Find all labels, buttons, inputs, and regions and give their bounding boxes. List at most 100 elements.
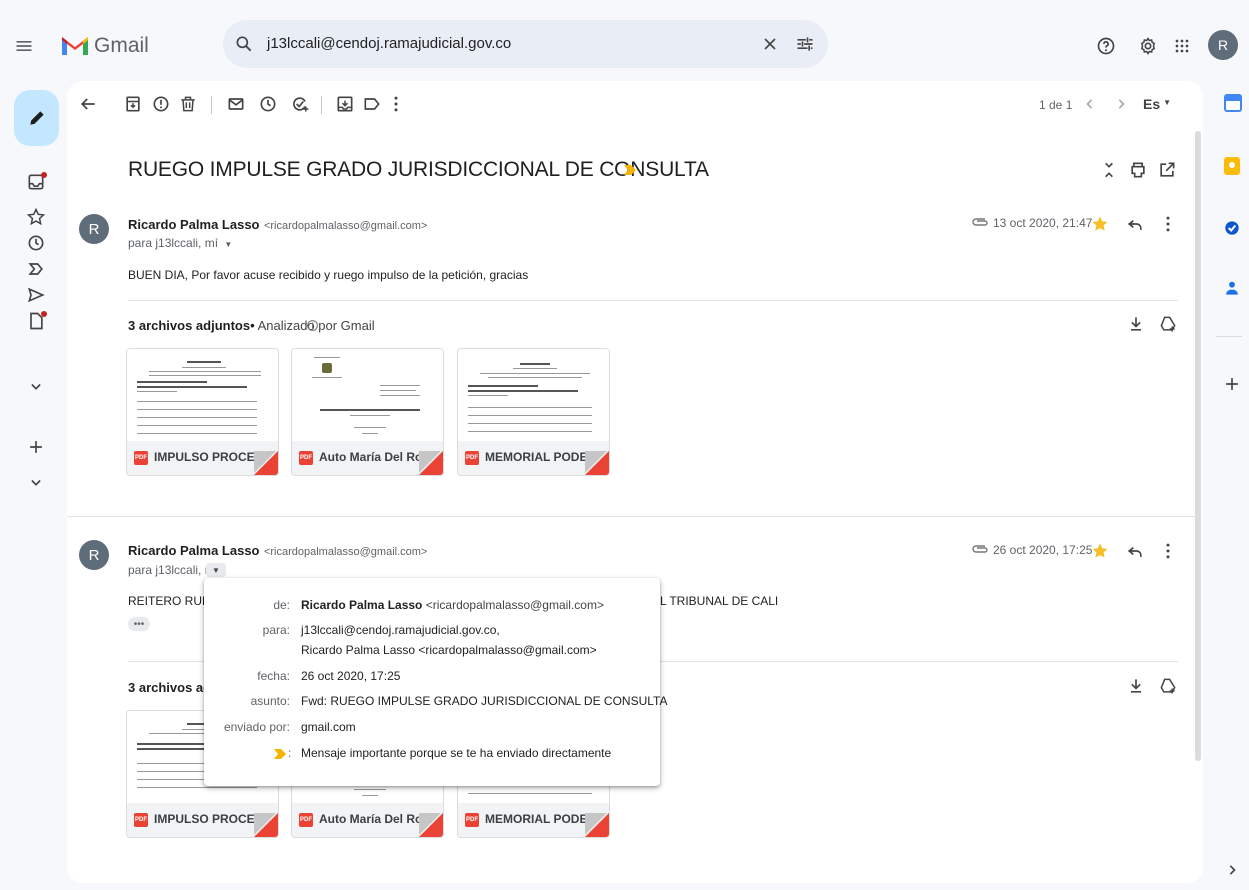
attachment-card[interactable]: PDF IMPULSO PROCE...	[126, 348, 279, 476]
from-label: de:	[273, 598, 290, 612]
recipients-line: para j13lccali, mí	[128, 563, 218, 577]
message-more-icon[interactable]	[1158, 541, 1178, 561]
download-all-icon[interactable]	[1126, 314, 1146, 334]
star-icon[interactable]	[1090, 541, 1110, 561]
important-icon[interactable]	[26, 259, 46, 279]
drafts-icon[interactable]	[26, 311, 47, 331]
to-value-2: Ricardo Palma Lasso <ricardopalmalasso@g…	[301, 643, 597, 657]
date-value: 26 oct 2020, 17:25	[301, 669, 401, 683]
keep-icon[interactable]	[1224, 157, 1240, 175]
show-trimmed-content-button[interactable]: •••	[128, 617, 150, 631]
apps-grid-icon[interactable]	[1172, 36, 1192, 56]
attachment-card[interactable]: PDF MEMORIAL PODE...	[457, 348, 610, 476]
sent-icon[interactable]	[26, 285, 46, 305]
attachments-header: 3 archivos adj	[128, 680, 215, 695]
calendar-icon[interactable]	[1224, 94, 1242, 112]
attachment-footer: PDF IMPULSO PROCE...	[127, 803, 278, 837]
main-menu-icon[interactable]	[14, 36, 34, 56]
search-icon[interactable]	[234, 34, 254, 54]
attachments-divider	[128, 300, 1178, 301]
star-icon[interactable]	[1090, 214, 1110, 234]
mark-unread-icon[interactable]	[226, 94, 246, 114]
attachment-footer: PDF IMPULSO PROCE...	[127, 441, 278, 475]
message-date: 26 oct 2020, 17:25	[993, 543, 1093, 557]
attachment-thumbnail	[127, 349, 278, 441]
delete-icon[interactable]	[178, 94, 198, 114]
recipients-line: para j13lccali, mí ▼	[128, 236, 232, 250]
app-name[interactable]: Gmail	[94, 34, 149, 58]
gmail-logo-icon[interactable]	[60, 33, 90, 57]
search-options-icon[interactable]	[795, 34, 815, 54]
more-options-icon[interactable]	[386, 94, 406, 114]
scrollbar[interactable]	[1195, 131, 1201, 761]
message-date: 13 oct 2020, 21:47	[993, 216, 1093, 230]
expand-more-icon[interactable]	[26, 377, 46, 397]
importance-value: Mensaje importante porque se te ha envia…	[301, 746, 612, 760]
sender-avatar[interactable]: R	[79, 540, 109, 570]
pdf-icon: PDF	[134, 813, 148, 827]
reply-icon[interactable]	[1125, 214, 1145, 234]
attachment-name: IMPULSO PROCE...	[154, 450, 265, 464]
info-icon[interactable]	[306, 319, 319, 332]
label-icon[interactable]	[362, 94, 382, 114]
clear-search-icon[interactable]	[760, 34, 780, 54]
newer-icon[interactable]	[1080, 94, 1100, 114]
tasks-icon[interactable]	[1222, 218, 1242, 238]
pagination-text: 1 de 1	[1039, 98, 1073, 112]
add-to-drive-icon[interactable]	[1158, 676, 1178, 696]
attachment-name: Auto María Del Ro...	[319, 812, 433, 826]
attachment-name: Auto María Del Ro...	[319, 450, 433, 464]
attachment-footer: PDF Auto María Del Ro...	[292, 803, 443, 837]
attachment-footer: PDF Auto María Del Ro...	[292, 441, 443, 475]
account-avatar[interactable]: R	[1208, 30, 1238, 60]
recipients-text: para j13lccali, mí	[128, 236, 219, 250]
archive-icon[interactable]	[123, 94, 143, 114]
settings-gear-icon[interactable]	[1138, 36, 1158, 56]
attachment-clip-icon	[972, 216, 988, 228]
to-value-1: j13lccali@cendoj.ramajudicial.gov.co,	[301, 623, 500, 637]
reply-icon[interactable]	[1125, 541, 1145, 561]
message-details-popup: de: Ricardo Palma Lasso <ricardopalmalas…	[204, 578, 668, 786]
add-to-drive-icon[interactable]	[1158, 314, 1178, 334]
important-marker-icon[interactable]	[624, 165, 636, 175]
back-icon[interactable]	[78, 94, 98, 114]
pdf-icon: PDF	[299, 451, 313, 465]
date-label: fecha:	[257, 669, 290, 683]
pencil-icon	[30, 111, 44, 125]
input-tools-button[interactable]: Es ▼	[1143, 96, 1171, 112]
show-details-icon[interactable]: ▼	[206, 563, 226, 577]
search-input[interactable]: j13lccali@cendoj.ramajudicial.gov.co	[267, 35, 511, 52]
expand-labels-icon[interactable]	[26, 473, 46, 493]
show-side-panel-icon[interactable]	[1222, 860, 1242, 880]
attachment-card[interactable]: PDF Auto María Del Ro...	[291, 348, 444, 476]
mailed-by-label: enviado por:	[223, 720, 290, 734]
attachments-count: 3 archivos adjuntos	[128, 318, 251, 333]
snooze-icon[interactable]	[258, 94, 278, 114]
sender-avatar[interactable]: R	[79, 214, 109, 244]
add-label-icon[interactable]	[26, 437, 46, 457]
open-new-window-icon[interactable]	[1157, 160, 1177, 180]
compose-button[interactable]	[14, 90, 59, 146]
show-details-icon[interactable]: ▼	[224, 240, 232, 249]
collapse-all-icon[interactable]	[1099, 160, 1119, 180]
inbox-icon[interactable]	[26, 172, 47, 192]
print-icon[interactable]	[1128, 160, 1148, 180]
from-name: Ricardo Palma Lasso	[301, 598, 423, 612]
attachment-clip-icon	[972, 543, 988, 555]
sender-name[interactable]: Ricardo Palma Lasso	[128, 543, 260, 558]
add-to-tasks-icon[interactable]	[290, 94, 310, 114]
move-to-icon[interactable]	[335, 94, 355, 114]
caret-down-icon: ▼	[1163, 98, 1172, 107]
contacts-icon[interactable]	[1222, 278, 1242, 298]
sender-name[interactable]: Ricardo Palma Lasso	[128, 217, 260, 232]
help-icon[interactable]	[1096, 36, 1116, 56]
get-addons-icon[interactable]	[1222, 374, 1242, 394]
older-icon[interactable]	[1111, 94, 1131, 114]
recipients-text: para j13lccali, mí	[128, 563, 219, 577]
report-spam-icon[interactable]	[151, 94, 171, 114]
message-more-icon[interactable]	[1158, 214, 1178, 234]
subject-label: asunto:	[250, 694, 290, 708]
snoozed-icon[interactable]	[26, 233, 46, 253]
starred-icon[interactable]	[26, 207, 46, 227]
download-all-icon[interactable]	[1126, 676, 1146, 696]
